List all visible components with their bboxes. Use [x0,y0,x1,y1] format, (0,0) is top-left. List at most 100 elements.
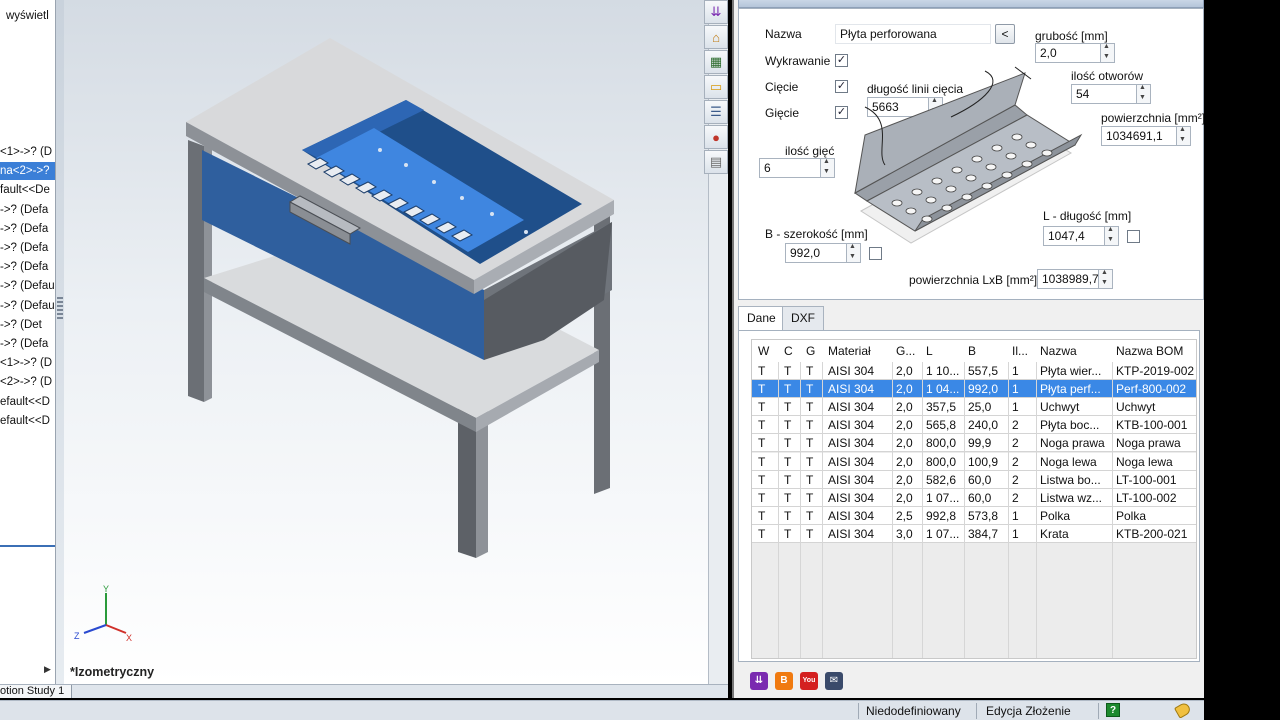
table-model[interactable] [64,0,708,684]
name-field[interactable]: Płyta perforowana [835,24,991,44]
table-row[interactable]: T T T AISI 304 2,0 1 07... 60,0 2 Listwa wz... LT… [752,488,1196,507]
table-cell: Płyta wier... [1040,364,1102,378]
blogger-icon[interactable]: B [775,672,793,690]
tree-item[interactable]: ->? (Defa [0,258,55,276]
mail-icon[interactable]: ✉ [825,672,843,690]
column-divider [892,362,893,658]
ilosc-giec-spinner[interactable] [821,158,835,178]
powierzchnia-lxb-field[interactable]: 1038989,7 [1037,269,1099,289]
table-cell: T [784,400,792,415]
table-cell: 1 07... [926,490,960,505]
column-header[interactable]: G [806,342,826,360]
home-icon[interactable]: ⌂ [704,25,728,49]
table-cell: 573,8 [968,508,999,523]
tree-item[interactable]: <1>->? (D [0,354,55,372]
powierzchnia-spinner[interactable] [1177,126,1191,146]
table-cell: T [784,508,792,523]
tab-dane[interactable]: Dane [738,306,785,331]
table-row[interactable]: T T T AISI 304 2,0 565,8 240,0 2 Płyta boc... KTB… [752,416,1196,435]
table-row[interactable]: T T T AISI 304 3,0 1 07... 384,7 1 Krata KTB-200-… [752,524,1196,543]
tree-item[interactable]: ->? (Det [0,316,55,334]
scroll-right-icon[interactable]: ▶ [44,664,51,675]
table-row[interactable]: T T T AISI 304 2,0 582,6 60,0 2 Listwa bo... LT-1… [752,470,1196,489]
grubosc-field[interactable]: 2,0 [1035,43,1101,63]
tree-title: wyświetl [6,10,49,22]
tree-item[interactable]: ->? (Defa [0,220,55,238]
tree-item[interactable]: ->? (Defa [0,201,55,219]
ciecie-label: Cięcie [765,80,799,94]
tree-item[interactable]: efault<<D [0,412,55,430]
table-cell: AISI 304 [828,436,875,451]
column-header[interactable]: Nazwa BOM [1116,342,1196,360]
tree-item[interactable]: <2>->? (D [0,373,55,391]
powierzchnia-lxb-spinner[interactable] [1099,269,1113,289]
table-cell: T [806,418,814,433]
tag-icon[interactable] [1173,701,1193,719]
ilosc-giec-field[interactable]: 6 [759,158,821,178]
list-icon[interactable]: ☰ [704,100,728,124]
tree-item[interactable]: <1>->? (D [0,143,55,161]
table-cell: AISI 304 [828,472,875,487]
tree-item[interactable]: ->? (Defaul [0,277,55,295]
motion-study-tab[interactable]: otion Study 1 [0,685,72,699]
column-header[interactable]: G... [896,342,924,360]
tree-item[interactable]: ->? (Defaul [0,297,55,315]
custom-props-icon[interactable]: ▤ [704,150,728,174]
help-icon[interactable]: ? [1106,703,1120,717]
table-cell: T [806,526,814,541]
table-cell: 2,0 [896,364,913,378]
back-button[interactable]: < [995,24,1015,44]
table-cell: 2,0 [896,436,913,451]
table-row[interactable]: T T T AISI 304 2,5 992,8 573,8 1 Polka Polka [752,506,1196,525]
tree-item[interactable]: na<2>->? [0,162,55,181]
table-cell: 2 [1012,472,1019,487]
column-header[interactable]: C [784,342,804,360]
dlugosc-checkbox[interactable] [1127,230,1140,243]
table-cell: T [806,382,814,397]
column-header[interactable]: B [968,342,1010,360]
appearance-icon[interactable]: ● [704,125,728,149]
panel-splitter[interactable] [56,0,64,684]
table-cell: 2,0 [896,418,913,433]
table-cell: 582,6 [926,472,957,487]
powierzchnia-lxb-label: powierzchnia LxB [mm²] [909,273,1038,287]
folder-icon[interactable]: ▭ [704,75,728,99]
table-cell: T [806,490,814,505]
view-name-label: *Izometryczny [70,665,155,679]
chevrons-down-icon[interactable]: ⇊ [704,0,728,24]
giecie-label: Gięcie [765,106,800,120]
ilosc-otworow-spinner[interactable] [1137,84,1151,104]
column-header[interactable]: Materiał [828,342,894,360]
table-row[interactable]: T T T AISI 304 2,0 357,5 25,0 1 Uchwyt Uchwyt [752,398,1196,417]
table-cell: AISI 304 [828,454,875,469]
tree-item[interactable]: efault<<D [0,393,55,411]
table-cell: 60,0 [968,490,992,505]
chevrons-down-icon[interactable]: ⇊ [750,672,768,690]
table-cell: T [784,526,792,541]
column-header[interactable]: Nazwa [1040,342,1114,360]
parts-icon[interactable]: ▦ [704,50,728,74]
splitter-grip[interactable] [57,297,63,321]
column-header[interactable]: L [926,342,966,360]
tree-item[interactable]: fault<<De [0,181,55,199]
table-cell: T [784,364,792,378]
table-cell: 2,5 [896,508,913,523]
table-cell: T [784,472,792,487]
table-row[interactable]: T T T AISI 304 2,0 800,0 99,9 2 Noga prawa Noga p… [752,434,1196,453]
graphics-viewport[interactable]: Y X Z *Izometryczny [64,0,708,684]
table-cell: 384,7 [968,526,999,541]
tab-dxf[interactable]: DXF [782,306,824,330]
table-cell: T [784,436,792,451]
column-header[interactable]: W [758,342,782,360]
column-header[interactable]: Il... [1012,342,1038,360]
table-row[interactable]: T T T AISI 304 2,0 800,0 100,9 2 Noga lewa Noga l… [752,452,1196,471]
tree-item[interactable]: ->? (Defa [0,239,55,257]
grubosc-spinner[interactable] [1101,43,1115,63]
table-row[interactable]: T T T AISI 304 2,0 1 04... 992,0 1 Płyta perf...… [752,380,1196,399]
youtube-icon[interactable]: You [800,672,818,690]
table-cell: KTB-100-001 [1116,418,1188,433]
table-cell: Polka [1040,508,1071,523]
column-divider [778,362,779,658]
tree-item[interactable]: ->? (Defa [0,335,55,353]
table-row[interactable]: T T T AISI 304 2,0 1 10... 557,5 1 Płyta wier...… [752,362,1196,380]
